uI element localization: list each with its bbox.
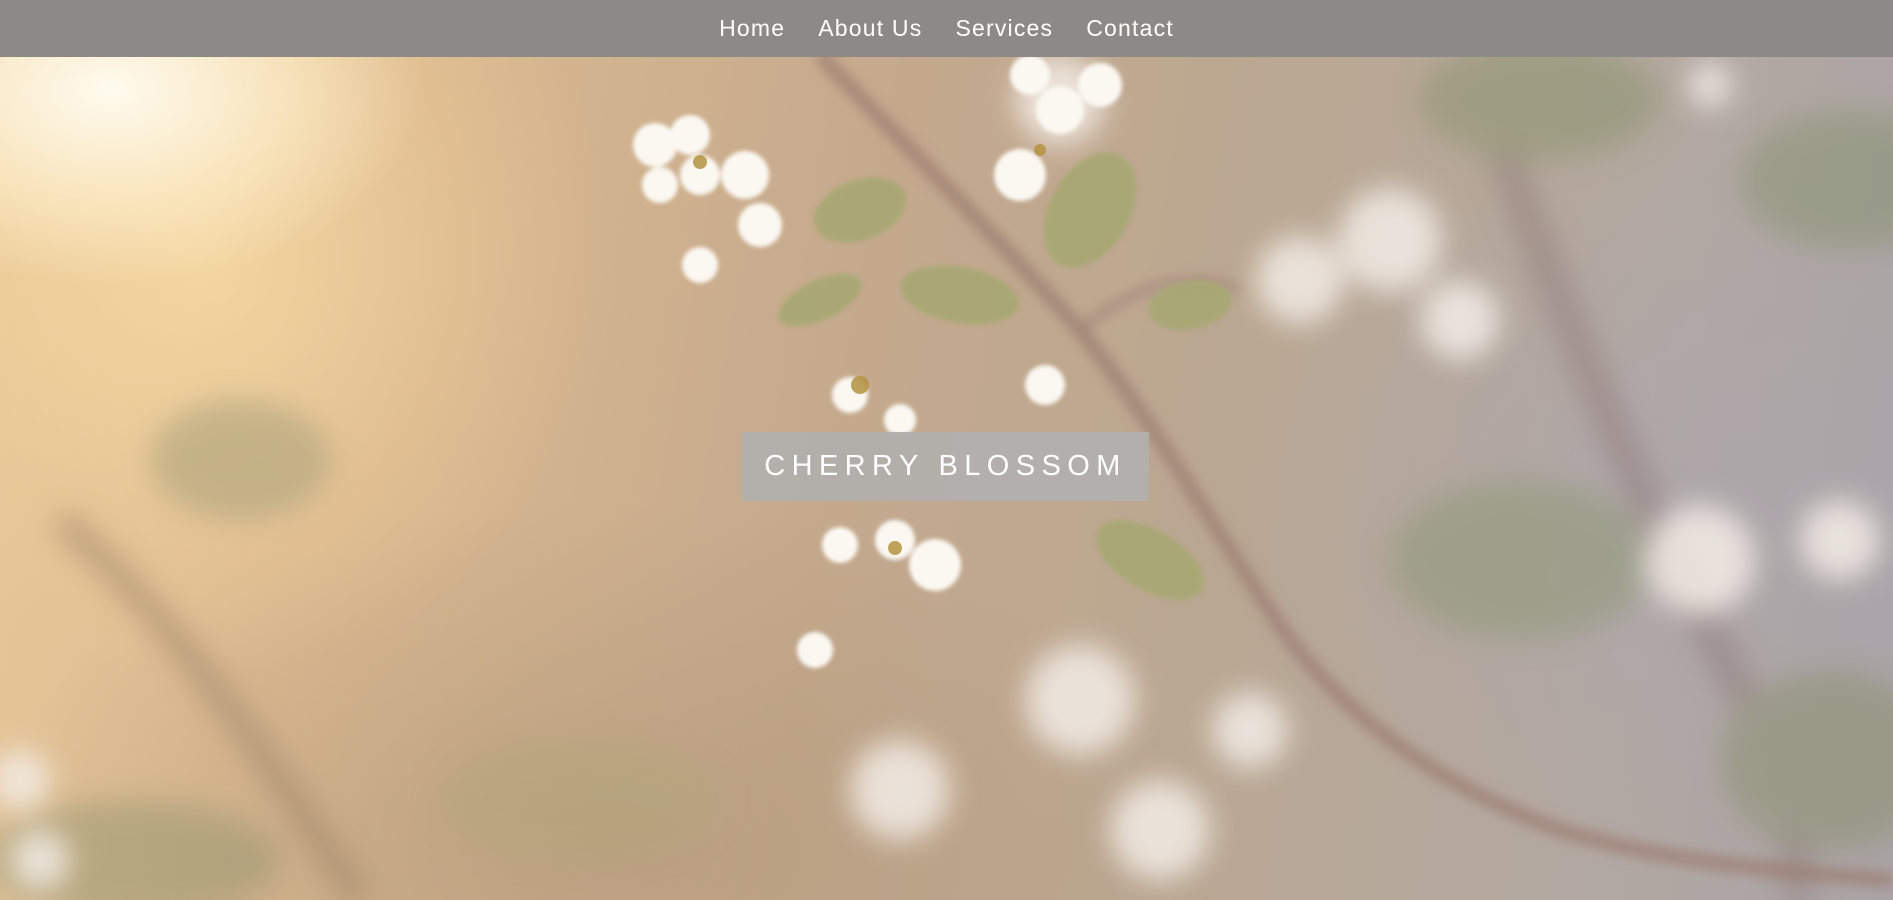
hero-title-box: CHERRY BLOSSOM xyxy=(742,432,1149,501)
page: Home About Us Services Contact CHERRY BL… xyxy=(0,0,1893,900)
nav-link-about-us[interactable]: About Us xyxy=(818,0,922,57)
hero-title: CHERRY BLOSSOM xyxy=(764,450,1127,482)
nav-link-contact[interactable]: Contact xyxy=(1086,0,1174,57)
nav-link-services[interactable]: Services xyxy=(955,0,1053,57)
nav-link-home[interactable]: Home xyxy=(719,0,785,57)
top-nav: Home About Us Services Contact xyxy=(0,0,1893,57)
